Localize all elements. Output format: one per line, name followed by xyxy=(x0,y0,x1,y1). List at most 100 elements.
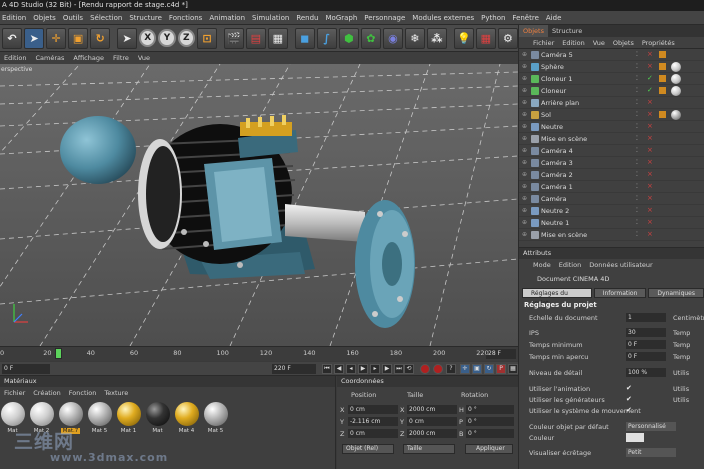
object-enabled-icon[interactable]: × xyxy=(647,206,653,214)
expand-icon[interactable]: ⊕ xyxy=(522,123,527,130)
particles-icon[interactable]: ⁂ xyxy=(426,27,447,49)
object-menu-item[interactable]: Fichier xyxy=(533,39,554,47)
visibility-dots-icon[interactable]: ⁚ xyxy=(636,87,638,94)
move-icon[interactable]: ✛ xyxy=(46,27,67,49)
tab-dynamics[interactable]: Dynamiques xyxy=(648,288,704,298)
visibility-dots-icon[interactable]: ⁚ xyxy=(636,207,638,214)
expand-icon[interactable]: ⊕ xyxy=(522,99,527,106)
position-field[interactable]: 0 cm xyxy=(348,405,398,414)
object-name[interactable]: Caméra xyxy=(541,195,567,203)
coord-size-select[interactable]: Taille xyxy=(403,444,455,454)
render-view-icon[interactable]: 🎬 xyxy=(223,27,244,49)
rotate-icon[interactable]: ↻ xyxy=(90,27,111,49)
object-name[interactable]: Cloneur 1 xyxy=(541,75,572,83)
material-swatch[interactable]: Mat 4 xyxy=(174,402,199,434)
expand-icon[interactable]: ⊕ xyxy=(522,183,527,190)
material-tag-icon[interactable] xyxy=(671,74,681,84)
tag-icon[interactable] xyxy=(659,51,666,58)
object-enabled-icon[interactable]: × xyxy=(647,146,653,154)
attribute-checkbox[interactable]: ✔ xyxy=(626,395,632,403)
menu-item[interactable]: Personnage xyxy=(364,14,405,22)
object-menu-item[interactable]: Vue xyxy=(593,39,605,47)
menu-item[interactable]: Outils xyxy=(63,14,83,22)
viewport-menu-item[interactable]: Filtre xyxy=(113,54,129,62)
object-enabled-icon[interactable]: × xyxy=(647,170,653,178)
undo-icon[interactable]: ↶ xyxy=(2,27,23,49)
tab-objects[interactable]: Objets xyxy=(519,25,548,37)
expand-icon[interactable]: ⊕ xyxy=(522,171,527,178)
object-name[interactable]: Sol xyxy=(541,111,551,119)
object-name[interactable]: Neutre 1 xyxy=(541,219,569,227)
visibility-dots-icon[interactable]: ⁚ xyxy=(636,171,638,178)
object-row[interactable]: ⊕ Caméra ⁚ × xyxy=(519,193,704,205)
object-row[interactable]: ⊕ Sol ⁚ × xyxy=(519,109,704,121)
axis-x-button[interactable]: X xyxy=(139,29,157,47)
axis-z-button[interactable]: Z xyxy=(177,29,195,47)
menu-item[interactable]: Sélection xyxy=(90,14,122,22)
visibility-dots-icon[interactable]: ⁚ xyxy=(636,51,638,58)
rotate-key-icon[interactable]: ↻ xyxy=(484,364,494,374)
expand-icon[interactable]: ⊕ xyxy=(522,111,527,118)
loop-icon[interactable]: ⟲ xyxy=(404,364,414,374)
expand-icon[interactable]: ⊕ xyxy=(522,51,527,58)
object-row[interactable]: ⊕ Sphère ⁚ × xyxy=(519,61,704,73)
visibility-dots-icon[interactable]: ⁚ xyxy=(636,63,638,70)
object-row[interactable]: ⊕ Neutre 1 ⁚ × xyxy=(519,217,704,229)
object-enabled-icon[interactable]: ✓ xyxy=(647,86,653,94)
object-row[interactable]: ⊕ Cloneur 1 ⁚ ✓ xyxy=(519,73,704,85)
materials-menu-item[interactable]: Fonction xyxy=(69,389,97,397)
expand-icon[interactable]: ⊕ xyxy=(522,135,527,142)
color-swatch[interactable] xyxy=(626,433,644,442)
visibility-dots-icon[interactable]: ⁚ xyxy=(636,75,638,82)
attributes-menu-item[interactable]: Mode xyxy=(533,261,551,269)
expand-icon[interactable]: ⊕ xyxy=(522,75,527,82)
menu-item[interactable]: Fonctions xyxy=(169,14,202,22)
object-name[interactable]: Neutre 2 xyxy=(541,207,569,215)
visibility-dots-icon[interactable]: ⁚ xyxy=(636,183,638,190)
timeline-playhead[interactable] xyxy=(55,348,62,359)
object-row[interactable]: ⊕ Caméra 1 ⁚ × xyxy=(519,181,704,193)
attribute-checkbox[interactable]: ✔ xyxy=(626,406,632,414)
object-name[interactable]: Caméra 3 xyxy=(541,159,573,167)
coord-mode-select[interactable]: Objet (Rel) xyxy=(342,444,394,454)
visibility-dots-icon[interactable]: ⁚ xyxy=(636,123,638,130)
current-frame-field[interactable]: 28 F xyxy=(486,349,516,359)
expand-icon[interactable]: ⊕ xyxy=(522,207,527,214)
visibility-dots-icon[interactable]: ⁚ xyxy=(636,135,638,142)
expand-icon[interactable]: ⊕ xyxy=(522,195,527,202)
menu-item[interactable]: Aide xyxy=(546,14,561,22)
render-settings-icon[interactable]: ▦ xyxy=(267,27,288,49)
next-key-icon[interactable]: ▶ xyxy=(382,364,392,374)
expand-icon[interactable]: ⊕ xyxy=(522,159,527,166)
size-field[interactable]: 0 cm xyxy=(407,417,457,426)
object-row[interactable]: ⊕ Cloneur ⁚ ✓ xyxy=(519,85,704,97)
rotation-field[interactable]: 0 ° xyxy=(466,429,514,438)
material-tag-icon[interactable] xyxy=(671,110,681,120)
object-name[interactable]: Caméra 4 xyxy=(541,147,573,155)
expand-icon[interactable]: ⊕ xyxy=(522,147,527,154)
object-name[interactable]: Sphère xyxy=(541,63,564,71)
position-field[interactable]: -2.116 cm xyxy=(348,417,398,426)
object-name[interactable]: Arrière plan xyxy=(541,99,579,107)
object-menu-item[interactable]: Propriétés xyxy=(642,39,675,47)
material-tag-icon[interactable] xyxy=(671,86,681,96)
object-row[interactable]: ⊕ Neutre 2 ⁚ × xyxy=(519,205,704,217)
object-enabled-icon[interactable]: × xyxy=(647,110,653,118)
spline-icon[interactable]: ∫ xyxy=(316,27,337,49)
material-tag-icon[interactable] xyxy=(671,62,681,72)
attribute-field[interactable]: 100 % xyxy=(626,368,666,377)
camera-icon[interactable]: ⚙ xyxy=(497,27,518,49)
size-field[interactable]: 2000 cm xyxy=(407,429,457,438)
attribute-field[interactable]: 30 xyxy=(626,328,666,337)
attribute-field[interactable]: 1 xyxy=(626,313,666,322)
viewport-menu-item[interactable]: Affichage xyxy=(73,54,104,62)
attribute-field[interactable]: 0 F xyxy=(626,352,666,361)
visibility-dots-icon[interactable]: ⁚ xyxy=(636,147,638,154)
scale-key-icon[interactable]: ▣ xyxy=(472,364,482,374)
key-selection-icon[interactable]: ? xyxy=(446,364,456,374)
object-enabled-icon[interactable]: ✓ xyxy=(647,74,653,82)
menu-item[interactable]: Python xyxy=(481,14,505,22)
materials-menu-item[interactable]: Création xyxy=(33,389,61,397)
array-icon[interactable]: ✿ xyxy=(360,27,381,49)
render-picture-icon[interactable]: ▤ xyxy=(245,27,266,49)
